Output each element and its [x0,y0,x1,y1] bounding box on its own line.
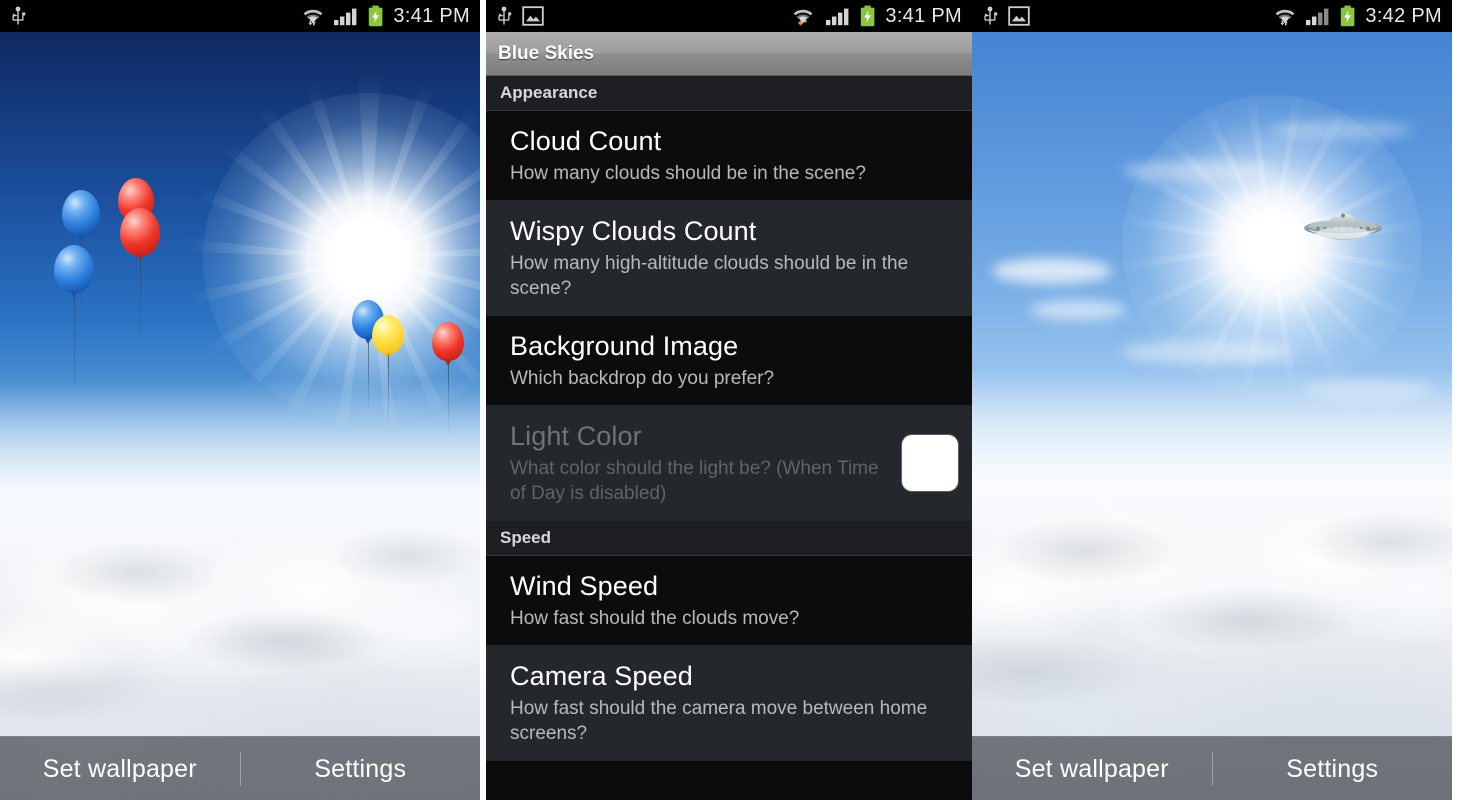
pref-title: Wind Speed [510,571,659,601]
wispy-cloud [992,258,1112,284]
wallpaper-action-bar: Set wallpaper Settings [0,736,480,800]
usb-icon [982,6,998,26]
wispy-cloud [1272,120,1412,140]
wifi-icon [1273,6,1297,26]
status-clock: 3:41 PM [885,4,962,27]
usb-icon [10,6,26,26]
set-wallpaper-button[interactable]: Set wallpaper [972,737,1212,800]
battery-charging-icon [367,5,385,27]
screenshot-image-icon [522,6,544,26]
color-swatch [902,435,958,491]
status-bar: 3:42 PM [972,0,1452,32]
pref-row-background-image[interactable]: Background Image Which backdrop do you p… [486,316,972,406]
wallpaper-action-bar: Set wallpaper Settings [972,736,1452,800]
status-bar: 3:41 PM [0,0,480,32]
balloon-red [432,322,464,433]
section-header-appearance: Appearance [486,76,972,111]
pref-summary: How many clouds should be in the scene? [510,163,866,184]
status-clock: 3:41 PM [393,4,470,27]
screenshot-image-icon [1008,6,1030,26]
section-header-speed: Speed [486,521,972,556]
pref-row-camera-speed[interactable]: Camera Speed How fast should the camera … [486,646,972,761]
ufo-icon [1302,208,1384,252]
wispy-cloud [1122,340,1292,364]
signal-icon [825,6,851,26]
wifi-icon [301,6,325,26]
pref-row-cloud-count[interactable]: Cloud Count How many clouds should be in… [486,111,972,201]
pref-title: Wispy Clouds Count [510,216,757,246]
wispy-cloud [1122,160,1272,182]
set-wallpaper-button[interactable]: Set wallpaper [0,737,240,800]
pref-row-wind-speed[interactable]: Wind Speed How fast should the clouds mo… [486,556,972,646]
pref-title: Cloud Count [510,126,662,156]
pref-title: Camera Speed [510,661,693,691]
wifi-icon [791,6,817,26]
pref-summary: How fast should the clouds move? [510,608,800,629]
signal-icon [1305,6,1331,26]
balloon-blue [54,245,94,389]
section-title: Appearance [500,83,598,102]
balloon-yellow [372,315,404,426]
settings-button[interactable]: Settings [1213,737,1453,800]
status-bar: 3:41 PM [486,0,972,32]
signal-icon [333,6,359,26]
pref-row-light-color: Light Color What color should the light … [486,406,972,521]
balloon-blue [62,190,100,312]
app-title: Blue Skies [498,42,595,64]
balloon-red [120,208,160,342]
pref-summary: How many high-altitude clouds should be … [510,253,909,299]
pref-summary: Which backdrop do you prefer? [510,368,775,389]
battery-charging-icon [1339,5,1357,27]
pref-summary: How fast should the camera move between … [510,698,928,744]
app-title-bar: Blue Skies [486,32,972,76]
battery-charging-icon [859,5,877,27]
preferences-list[interactable]: Blue Skies Appearance Cloud Count How ma… [486,32,972,800]
usb-icon [496,6,512,26]
pref-title: Background Image [510,331,739,361]
wispy-cloud [1030,300,1126,320]
wallpaper-preview-ufo-screen: 3:42 PM Set wallpaper Settings [972,0,1452,800]
settings-button[interactable]: Settings [241,737,481,800]
section-title: Speed [500,528,552,547]
status-clock: 3:42 PM [1365,4,1442,27]
screenshot-grid: 3:41 PM Set wallpaper Settings 3:41 PM B… [0,0,1458,800]
pref-summary: What color should the light be? (When Ti… [510,458,879,504]
wallpaper-preview-balloons-screen: 3:41 PM Set wallpaper Settings [0,0,480,800]
wallpaper-settings-screen: 3:41 PM Blue Skies Appearance Cloud Coun… [486,0,972,800]
pref-row-wispy-clouds-count[interactable]: Wispy Clouds Count How many high-altitud… [486,201,972,316]
pref-title: Light Color [510,421,642,451]
